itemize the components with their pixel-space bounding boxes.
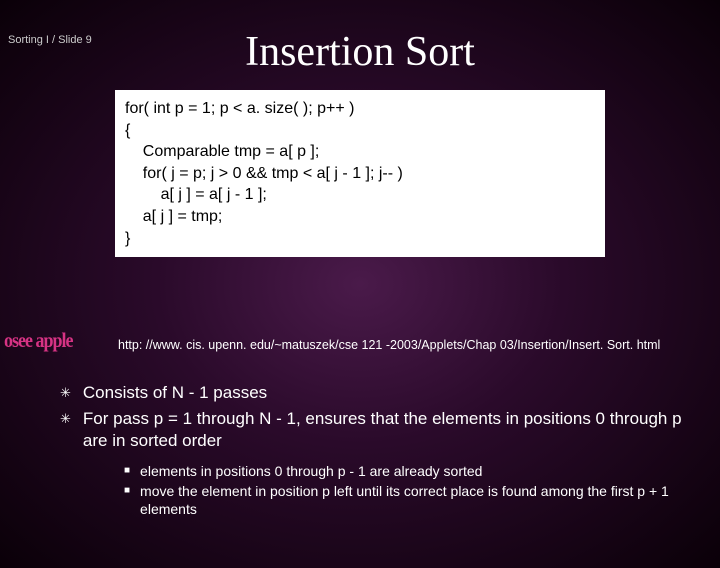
sub-bullet-text: elements in positions 0 through p - 1 ar… <box>140 462 482 480</box>
sub-bullet-text: move the element in position p left unti… <box>140 482 690 518</box>
sub-bullet-list: ■ elements in positions 0 through p - 1 … <box>124 462 690 518</box>
code-block: for( int p = 1; p < a. size( ); p++ ) { … <box>115 90 605 257</box>
bullet-text: For pass p = 1 through N - 1, ensures th… <box>83 408 690 452</box>
sub-bullet-item: ■ elements in positions 0 through p - 1 … <box>124 462 690 480</box>
bullet-text: Consists of N - 1 passes <box>83 382 267 404</box>
bullet-item: ✳ For pass p = 1 through N - 1, ensures … <box>60 408 690 452</box>
bullet-marker-icon: ✳ <box>60 382 71 404</box>
sub-bullet-item: ■ move the element in position p left un… <box>124 482 690 518</box>
slide-header: Sorting I / Slide 9 <box>8 34 92 46</box>
bullet-list: ✳ Consists of N - 1 passes ✳ For pass p … <box>60 382 690 520</box>
bullet-marker-icon: ✳ <box>60 408 71 430</box>
sub-bullet-marker-icon: ■ <box>124 482 130 500</box>
wordart-label: osee apple <box>4 328 73 353</box>
sub-bullet-marker-icon: ■ <box>124 462 130 480</box>
slide-title: Insertion Sort <box>0 28 720 76</box>
reference-url: http: //www. cis. upenn. edu/~matuszek/c… <box>118 338 660 352</box>
bullet-item: ✳ Consists of N - 1 passes <box>60 382 690 404</box>
